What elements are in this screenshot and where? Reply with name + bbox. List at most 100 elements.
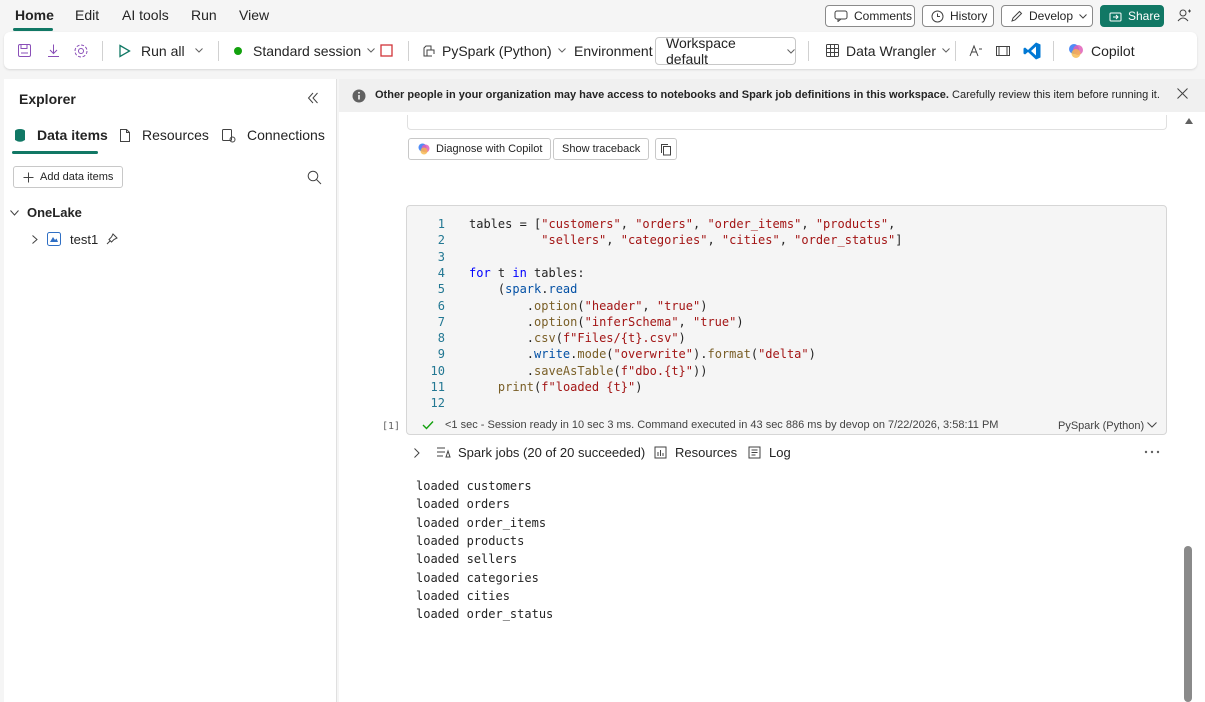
chevron-down-icon [10,209,19,216]
chevron-down-icon[interactable] [1147,422,1157,428]
save-icon[interactable] [17,32,32,69]
scrollbar[interactable] [1183,115,1195,702]
settings-gear-icon[interactable] [73,32,89,69]
code-line[interactable]: 6 .option("header", "true") [407,299,1166,315]
code-line[interactable]: 1 tables = ["customers", "orders", "order… [407,217,1166,233]
menu-view[interactable]: View [239,7,269,23]
tree-root-label: OneLake [27,205,82,220]
toolbar-divider [808,41,809,61]
environment-select[interactable]: Workspace default [655,35,796,67]
tab-data-items[interactable]: Data items [14,127,108,143]
tree-root-onelake[interactable]: OneLake [10,205,82,220]
spark-resources-button[interactable]: Resources [654,445,737,460]
traceback-label: Show traceback [562,143,641,155]
stop-icon [380,44,393,57]
add-data-items-label: Add data items [40,171,114,183]
chevron-down-icon [942,48,950,53]
execution-status-text: <1 sec - Session ready in 10 sec 3 ms. C… [445,419,999,431]
copilot-button[interactable]: Copilot [1067,32,1135,69]
toolbar-divider [1053,41,1054,61]
code-text: for t in tables: [469,265,585,280]
history-icon [931,10,944,23]
data-wrangler-button[interactable]: Data Wrangler [825,32,950,69]
pin-icon[interactable] [106,233,119,245]
execution-count: [1] [382,421,401,432]
run-all-dropdown[interactable] [195,32,203,69]
line-number: 11 [430,380,445,394]
toolbar: Run all Standard session PySpark (Python… [4,32,1197,69]
tab-connections[interactable]: Connections [221,127,325,143]
code-line[interactable]: 2 "sellers", "categories", "cities", "or… [407,233,1166,249]
checkmark-icon [422,420,434,430]
line-number: 4 [437,265,445,280]
close-icon[interactable] [1177,88,1188,99]
share-label: Share [1128,9,1161,23]
menu-home[interactable]: Home [15,7,54,23]
code-line[interactable]: 8 .csv(f"Files/{t}.csv") [407,331,1166,347]
code-line[interactable]: 10 .saveAsTable(f"dbo.{t}")) [407,364,1166,380]
focus-mode-icon[interactable] [995,32,1011,69]
share-button[interactable]: Share [1100,5,1164,27]
banner-message: Other people in your organization may ha… [375,89,1160,101]
comments-button[interactable]: Comments [825,5,915,27]
output-line: loaded cities [416,588,510,603]
line-number: 7 [437,314,445,329]
code-line[interactable]: 4 for t in tables: [407,266,1166,282]
more-options-icon[interactable] [1144,450,1160,454]
database-icon [14,128,26,143]
job-list-icon [436,446,452,459]
explorer-title: Explorer [19,91,76,107]
menu-ai-tools[interactable]: AI tools [122,7,169,23]
code-cell[interactable]: 1 tables = ["customers", "orders", "order… [382,205,1167,435]
user-settings-icon[interactable] [1175,6,1195,26]
document-icon [119,128,131,143]
spark-log-button[interactable]: Log [748,445,791,460]
chart-icon [654,446,667,459]
run-all-button[interactable]: Run all [118,32,185,69]
code-text: tables = ["customers", "orders", "order_… [469,217,896,231]
copy-icon [660,143,672,156]
code-text: "sellers", "categories", "cities", "orde… [541,233,903,248]
accessibility-icon[interactable] [968,32,984,69]
develop-button[interactable]: Develop [1001,5,1093,27]
copilot-icon [417,142,431,156]
search-icon[interactable] [307,170,322,185]
code-line[interactable]: 5 (spark.read [407,282,1166,298]
menu-edit[interactable]: Edit [75,7,99,23]
add-data-items-button[interactable]: Add data items [13,166,123,188]
history-button[interactable]: History [922,5,994,27]
notebook-main: Other people in your organization may ha… [339,79,1205,702]
scroll-up-icon[interactable] [1185,118,1193,124]
scrollbar-thumb[interactable] [1184,546,1192,702]
code-text: (spark.read [469,282,578,297]
show-traceback-button[interactable]: Show traceback [553,138,650,160]
previous-cell-bottom [407,115,1167,130]
tree-item-test1[interactable]: test1 [32,231,119,247]
chevron-down-icon [1079,13,1087,19]
line-number: 10 [430,363,445,378]
language-selector[interactable]: PySpark (Python) [422,32,566,69]
tab-resources[interactable]: Resources [119,127,209,143]
tab-data-items-label: Data items [37,127,108,143]
code-line[interactable]: 9 .write.mode("overwrite").format("delta… [407,347,1166,363]
comments-label: Comments [854,9,913,23]
banner-bold-text: Other people in your organization may ha… [375,89,949,101]
diagnose-with-copilot-button[interactable]: Diagnose with Copilot [408,138,552,160]
diagnose-label: Diagnose with Copilot [436,143,543,155]
vscode-icon[interactable] [1022,32,1042,69]
session-selector[interactable]: Standard session [233,32,376,69]
code-line[interactable]: 11 print(f"loaded {t}") [407,380,1166,396]
spark-jobs-toggle[interactable]: Spark jobs (20 of 20 succeeded) [414,445,645,460]
collapse-panel-icon[interactable] [307,92,319,104]
copy-button[interactable] [655,138,677,160]
spark-log-label: Log [769,445,791,460]
code-line[interactable]: 7 .option("inferSchema", "true") [407,315,1166,331]
code-line[interactable]: 12 [407,396,1166,412]
download-icon[interactable] [46,32,61,69]
menu-run[interactable]: Run [191,7,217,23]
stop-session-button[interactable] [380,32,393,69]
cell-language-label[interactable]: PySpark (Python) [1058,420,1144,432]
line-number: 3 [437,249,445,264]
code-line[interactable]: 3 [407,250,1166,266]
chevron-down-icon [787,48,795,54]
